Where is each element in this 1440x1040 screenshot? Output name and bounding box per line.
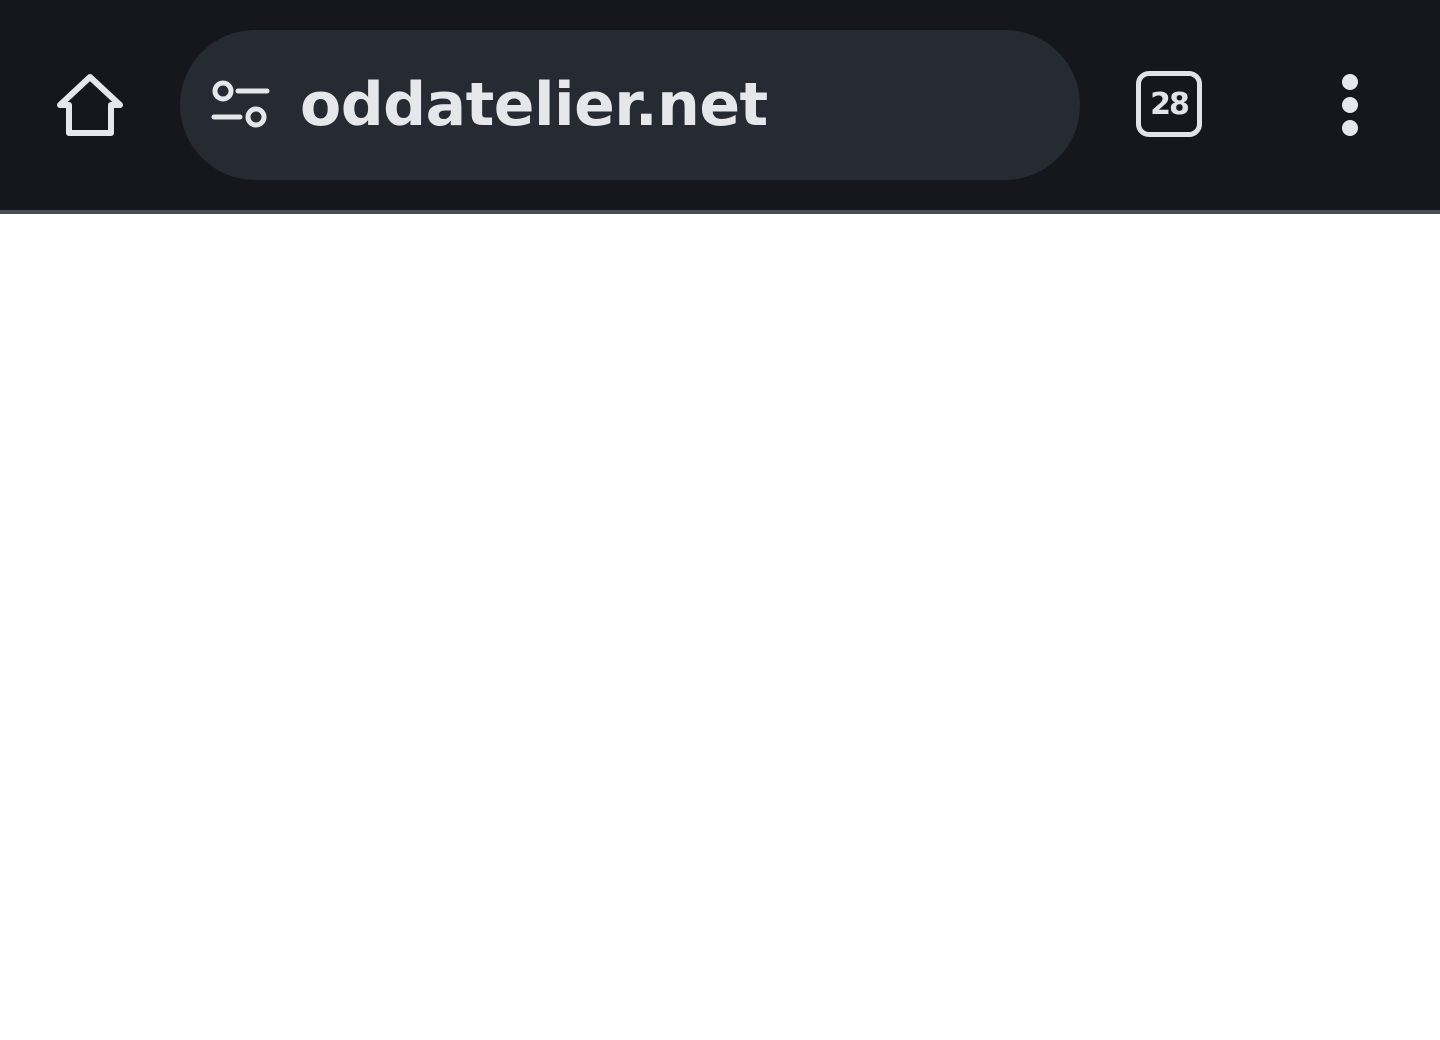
menu-button[interactable] [1320, 60, 1380, 150]
page-content [0, 214, 1440, 1040]
home-icon [57, 74, 123, 136]
home-button[interactable] [40, 60, 140, 150]
tune-icon[interactable] [210, 79, 270, 131]
browser-toolbar: oddatelier.net 28 [0, 0, 1440, 210]
tab-switcher-button[interactable]: 28 [1130, 65, 1210, 145]
address-bar[interactable]: oddatelier.net [180, 30, 1080, 180]
url-text[interactable]: oddatelier.net [300, 30, 768, 180]
tab-switcher-icon: 28 [1136, 71, 1202, 137]
more-vert-icon [1342, 74, 1358, 136]
tab-count: 28 [1150, 86, 1190, 122]
